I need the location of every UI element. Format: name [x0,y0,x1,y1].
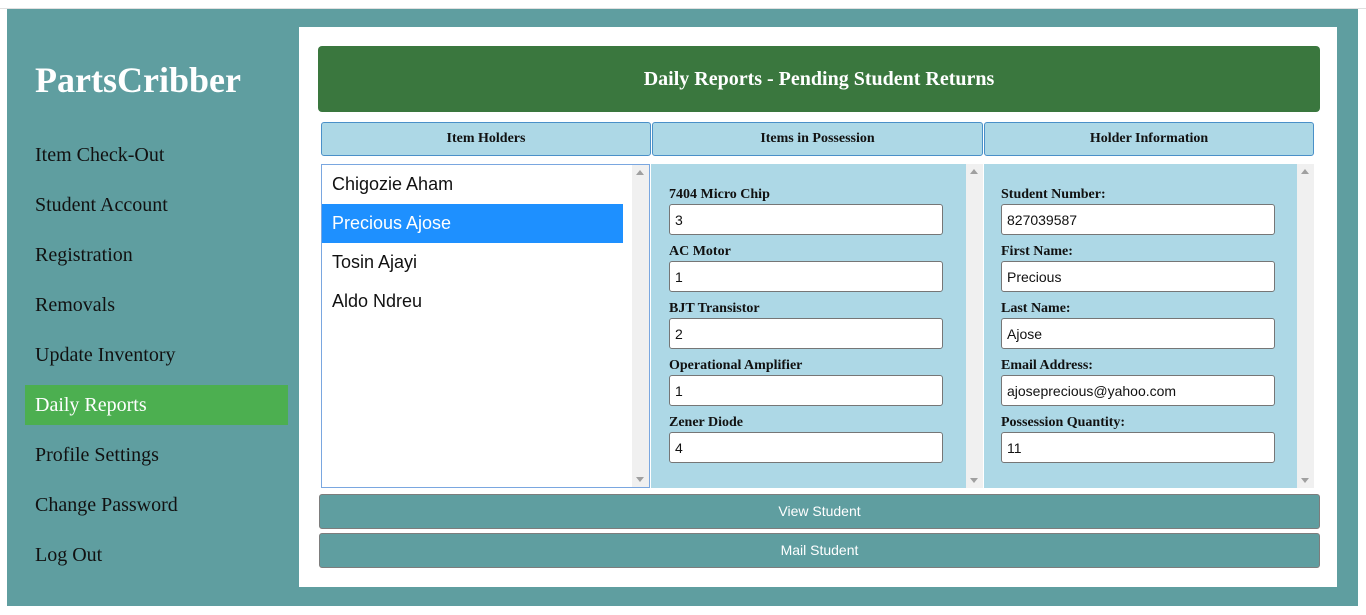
item-quantity-input[interactable] [669,375,943,406]
brand-logo: PartsCribber [35,60,241,100]
sidebar-nav: Item Check-Out Student Account Registrat… [25,135,288,585]
list-item[interactable]: Tosin Ajayi [322,243,623,282]
item-label: 7404 Micro Chip [669,187,770,202]
browser-top-strip [0,0,1366,9]
possession-quantity-field[interactable] [1001,432,1275,463]
scroll-up-arrow-icon[interactable] [636,170,644,175]
first-name-label: First Name: [1001,244,1073,259]
item-label: BJT Transistor [669,301,760,316]
last-name-field[interactable] [1001,318,1275,349]
info-scrollbar[interactable] [1297,164,1314,488]
sidebar-item-item-check-out[interactable]: Item Check-Out [25,135,288,175]
item-quantity-input[interactable] [669,318,943,349]
scroll-down-arrow-icon[interactable] [1301,478,1309,483]
app-frame: PartsCribber Item Check-Out Student Acco… [7,9,1358,606]
view-student-button[interactable]: View Student [319,494,1320,529]
scroll-up-arrow-icon[interactable] [970,169,978,174]
student-number-label: Student Number: [1001,187,1106,202]
sidebar-item-profile-settings[interactable]: Profile Settings [25,435,288,475]
sidebar-item-update-inventory[interactable]: Update Inventory [25,335,288,375]
main-content: Daily Reports - Pending Student Returns … [299,27,1337,587]
email-address-label: Email Address: [1001,358,1093,373]
sidebar-item-removals[interactable]: Removals [25,285,288,325]
mail-student-button[interactable]: Mail Student [319,533,1320,568]
column-header-items-in-possession: Items in Possession [652,122,983,156]
scroll-up-arrow-icon[interactable] [1301,169,1309,174]
items-scrollbar[interactable] [966,164,983,488]
student-number-field[interactable] [1001,204,1275,235]
list-item-selected[interactable]: Precious Ajose [322,204,623,243]
possession-quantity-label: Possession Quantity: [1001,415,1126,430]
holder-information-panel: Student Number: First Name: Last Name: E… [984,164,1314,488]
items-in-possession-panel: 7404 Micro Chip AC Motor BJT Transistor … [651,164,983,488]
item-label: Zener Diode [669,415,744,430]
scroll-down-arrow-icon[interactable] [636,477,644,482]
item-quantity-input[interactable] [669,261,943,292]
last-name-label: Last Name: [1001,301,1071,316]
item-holders-list[interactable]: Chigozie Aham Precious Ajose Tosin Ajayi… [321,164,650,488]
list-item[interactable]: Chigozie Aham [322,165,623,204]
email-address-field[interactable] [1001,375,1275,406]
page-title: Daily Reports - Pending Student Returns [318,46,1320,112]
sidebar-item-registration[interactable]: Registration [25,235,288,275]
item-quantity-input[interactable] [669,204,943,235]
scroll-down-arrow-icon[interactable] [970,478,978,483]
sidebar-item-change-password[interactable]: Change Password [25,485,288,525]
first-name-field[interactable] [1001,261,1275,292]
sidebar-item-daily-reports[interactable]: Daily Reports [25,385,288,425]
item-label: Operational Amplifier [669,358,803,373]
item-quantity-input[interactable] [669,432,943,463]
sidebar-item-student-account[interactable]: Student Account [25,185,288,225]
list-scrollbar[interactable] [632,165,649,487]
list-item[interactable]: Aldo Ndreu [322,282,623,321]
column-header-holder-information: Holder Information [984,122,1314,156]
sidebar-item-log-out[interactable]: Log Out [25,535,288,575]
column-header-item-holders: Item Holders [321,122,651,156]
item-label: AC Motor [669,244,731,259]
